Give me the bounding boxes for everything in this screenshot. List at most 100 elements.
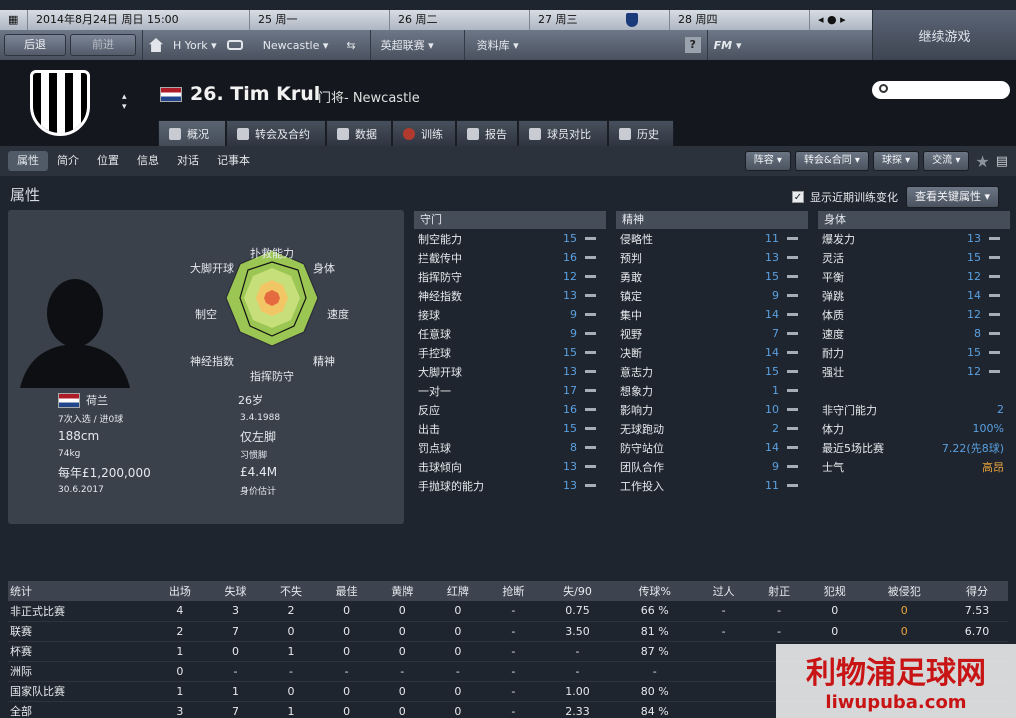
attribute-row[interactable]: 意志力 15 <box>616 362 808 381</box>
scout-button[interactable]: 球探 ▾ <box>872 151 920 171</box>
stats-column-header[interactable]: 犯规 <box>806 581 863 601</box>
attribute-row[interactable]: 灵活 15 <box>818 248 1010 267</box>
training-changes-toggle[interactable]: ✓ 显示近期训练变化 <box>792 189 898 205</box>
stats-column-header[interactable]: 射正 <box>751 581 807 601</box>
attribute-row[interactable]: 体质 12 <box>818 305 1010 324</box>
tab-overview[interactable]: 概况 <box>158 120 226 146</box>
stats-column-header[interactable]: 得分 <box>945 581 1008 601</box>
attribute-row[interactable]: 无球跑动 2 <box>616 419 808 438</box>
attribute-row[interactable]: 体力 100% <box>818 419 1010 438</box>
tab-history[interactable]: 历史 <box>608 120 674 146</box>
help-button[interactable]: ? <box>684 37 701 53</box>
star-icon[interactable]: ★ <box>975 152 989 171</box>
attribute-row[interactable]: 防守站位 14 <box>616 438 808 457</box>
attribute-row[interactable]: 制空能力 15 <box>414 229 606 248</box>
league-dropdown[interactable]: 英超联赛 ▾ <box>377 37 458 53</box>
subnav-interaction[interactable]: 对话 <box>168 151 208 171</box>
attribute-row[interactable]: 反应 16 <box>414 400 606 419</box>
tab-stats[interactable]: 数据 <box>326 120 392 146</box>
attribute-row[interactable]: 镇定 9 <box>616 286 808 305</box>
attribute-row[interactable]: 视野 7 <box>616 324 808 343</box>
club-icon[interactable] <box>226 40 243 50</box>
tab-compare[interactable]: 球员对比 <box>518 120 608 146</box>
tab-transfer-contract[interactable]: 转会及合约 <box>226 120 326 146</box>
checkbox-icon[interactable]: ✓ <box>792 191 804 203</box>
attribute-row[interactable]: 指挥防守 12 <box>414 267 606 286</box>
database-dropdown[interactable]: 资料库 ▾ <box>471 37 525 53</box>
attribute-row[interactable]: 手抛球的能力 13 <box>414 476 606 495</box>
attribute-row[interactable]: 集中 14 <box>616 305 808 324</box>
player-cycle-arrows-icon[interactable]: ▴ ▾ <box>122 92 127 112</box>
forward-button[interactable]: 前进 <box>70 34 136 56</box>
stats-column-header[interactable]: 失球 <box>207 581 264 601</box>
attribute-row[interactable]: 士气 高昂 <box>818 457 1010 476</box>
attribute-row[interactable]: 神经指数 13 <box>414 286 606 305</box>
attribute-row[interactable]: 出击 15 <box>414 419 606 438</box>
attribute-row[interactable]: 爆发力 13 <box>818 229 1010 248</box>
interact-button[interactable]: 交流 ▾ <box>923 151 970 171</box>
day-28[interactable]: 28 周四 <box>670 10 810 30</box>
attribute-row[interactable]: 罚点球 8 <box>414 438 606 457</box>
attribute-row[interactable]: 大脚开球 13 <box>414 362 606 381</box>
stats-column-header[interactable]: 抢断 <box>485 581 542 601</box>
stats-column-header[interactable]: 过人 <box>695 581 752 601</box>
subnav-profile[interactable]: 简介 <box>48 151 88 171</box>
back-button[interactable]: 后退 <box>4 34 66 56</box>
home-icon[interactable] <box>149 38 163 52</box>
stats-column-header[interactable]: 红牌 <box>430 581 486 601</box>
attribute-row[interactable]: 决断 14 <box>616 343 808 362</box>
attribute-row[interactable]: 任意球 9 <box>414 324 606 343</box>
attribute-row[interactable]: 影响力 10 <box>616 400 808 419</box>
fm-menu-button[interactable]: FM ▾ <box>714 39 742 52</box>
attribute-row[interactable]: 工作投入 11 <box>616 476 808 495</box>
attribute-row[interactable]: 手控球 15 <box>414 343 606 362</box>
stats-column-header[interactable]: 被侵犯 <box>862 581 946 601</box>
club-dropdown[interactable]: Newcastle ▾ <box>243 39 339 52</box>
attribute-row[interactable]: 侵略性 11 <box>616 229 808 248</box>
stats-column-header[interactable]: 传球% <box>613 581 696 601</box>
attribute-name: 工作投入 <box>620 479 664 493</box>
key-attributes-button[interactable]: 查看关键属性 ▾ <box>906 186 1000 208</box>
stats-row[interactable]: 联赛 2 7 0 0 0 0-3.50 81 % - -0 0 6.70 <box>8 621 1008 642</box>
attribute-row[interactable]: 非守门能力 2 <box>818 400 1010 419</box>
attribute-row[interactable]: 最近5场比赛 7.22(先8球) <box>818 438 1010 457</box>
attribute-row[interactable]: 拦截传中 16 <box>414 248 606 267</box>
stats-column-header[interactable]: 出场 <box>152 581 208 601</box>
tab-training[interactable]: 训练 <box>392 120 456 146</box>
transfer-contract-button[interactable]: 转会&合同 ▾ <box>794 151 869 171</box>
attribute-row[interactable]: 接球 9 <box>414 305 606 324</box>
attribute-row[interactable]: 团队合作 9 <box>616 457 808 476</box>
subnav-attributes[interactable]: 属性 <box>8 151 48 171</box>
day-26[interactable]: 26 周二 <box>390 10 530 30</box>
attribute-row[interactable]: 勇敢 15 <box>616 267 808 286</box>
stats-row[interactable]: 非正式比赛 4 3 2 0 0 0-0.75 66 % - -0 0 7.53 <box>8 601 1008 622</box>
attribute-row[interactable]: 强壮 12 <box>818 362 1010 381</box>
attribute-row[interactable]: 平衡 12 <box>818 267 1010 286</box>
attribute-row[interactable]: 击球倾向 13 <box>414 457 606 476</box>
add-note-icon[interactable]: ▤ <box>996 154 1008 169</box>
day-27[interactable]: 27 周三 <box>530 10 670 30</box>
date-scroll-icon[interactable]: ◂ ● ▸ <box>810 10 872 30</box>
day-25[interactable]: 25 周一 <box>250 10 390 30</box>
team-dropdown[interactable]: H York ▾ <box>163 39 227 52</box>
attribute-row[interactable]: 耐力 15 <box>818 343 1010 362</box>
squad-button[interactable]: 阵容 ▾ <box>744 151 791 171</box>
calendar-icon[interactable]: ▦ <box>0 10 28 30</box>
tab-report[interactable]: 报告 <box>456 120 518 146</box>
attribute-row[interactable]: 预判 13 <box>616 248 808 267</box>
continue-game-button[interactable]: 继续游戏 <box>872 10 1016 60</box>
attribute-row[interactable]: 想象力 1 <box>616 381 808 400</box>
stats-column-header[interactable]: 黄牌 <box>374 581 431 601</box>
attribute-row[interactable]: 弹跳 14 <box>818 286 1010 305</box>
subnav-notes[interactable]: 记事本 <box>208 151 259 171</box>
subnav-info[interactable]: 信息 <box>128 151 168 171</box>
stats-column-header[interactable]: 失/90 <box>541 581 614 601</box>
attribute-row[interactable]: 一对一 17 <box>414 381 606 400</box>
stats-column-header[interactable]: 最佳 <box>318 581 375 601</box>
stats-column-header[interactable]: 不失 <box>263 581 319 601</box>
search-input[interactable] <box>872 81 1010 99</box>
attribute-row[interactable]: 速度 8 <box>818 324 1010 343</box>
swap-icon[interactable]: ⇆ <box>338 39 363 52</box>
stats-column-header[interactable]: 统计 <box>8 581 153 601</box>
subnav-positions[interactable]: 位置 <box>88 151 128 171</box>
